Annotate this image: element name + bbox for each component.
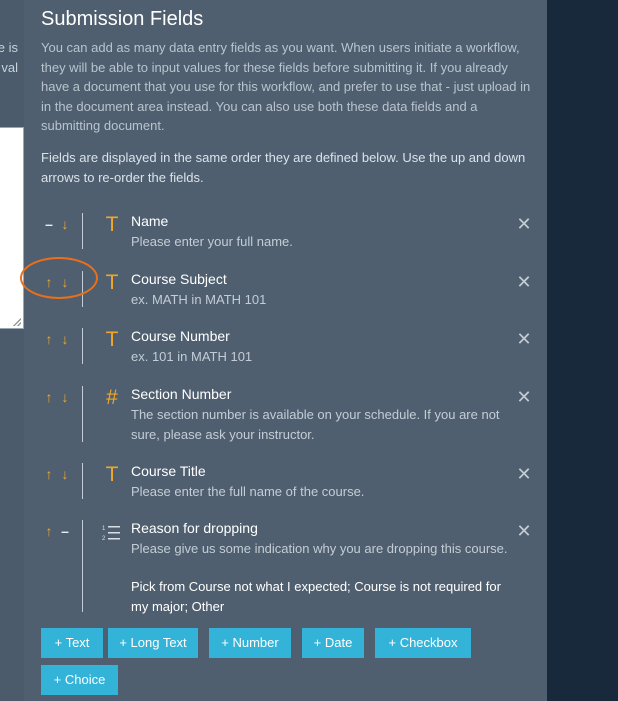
reorder-controls: ↑ ↓ [41,389,75,405]
move-down-icon[interactable]: ↓ [57,331,73,347]
field-name: Section Number [131,386,232,402]
number-type-icon: # [106,386,118,409]
add-text-button[interactable]: + Text [41,628,103,658]
divider [82,520,83,612]
field-name: Course Title [131,463,206,479]
move-down-icon[interactable]: ↓ [57,389,73,405]
panel-title: Submission Fields [41,8,204,30]
field-hint: ex. MATH in MATH 101 [131,292,267,307]
add-checkbox-button[interactable]: + Checkbox [375,628,471,658]
remove-field-icon[interactable]: ✕ [515,215,533,233]
reorder-controls: ↑ – [41,523,75,539]
reorder-controls: ↑ ↓ [41,466,75,482]
reorder-instructions: Fields are displayed in the same order t… [41,150,526,185]
choice-list-type-icon: 1 2 [101,524,123,546]
text-type-icon: T [105,328,119,351]
text-type-icon: T [105,463,119,486]
divider [82,328,83,364]
background-page-strip: e is val [0,0,24,701]
remove-field-icon[interactable]: ✕ [515,465,533,483]
add-long-text-button[interactable]: + Long Text [108,628,198,658]
field-row-name: – ↓ T Name Please enter your full name. ✕ [41,213,541,253]
remove-field-icon[interactable]: ✕ [515,388,533,406]
add-date-button[interactable]: + Date [302,628,364,658]
divider [82,213,83,249]
add-number-button[interactable]: + Number [209,628,291,658]
field-row-course-number: ↑ ↓ T Course Number ex. 101 in MATH 101 ✕ [41,328,541,368]
reorder-controls: ↑ ↓ [41,331,75,347]
field-hint: Please enter your full name. [131,234,293,249]
text-type-icon: T [105,271,119,294]
svg-text:2: 2 [102,536,106,542]
divider [82,463,83,499]
remove-field-icon[interactable]: ✕ [515,522,533,540]
background-textarea[interactable] [0,127,24,329]
remove-field-icon[interactable]: ✕ [515,330,533,348]
background-dark-area [547,0,618,701]
move-down-icon[interactable]: ↓ [57,466,73,482]
field-name: Course Number [131,328,230,344]
clipped-text-1: e is [0,40,18,55]
move-up-icon[interactable]: ↑ [41,523,57,539]
annotation-highlight-ring [20,257,98,299]
move-up-icon[interactable]: ↑ [41,466,57,482]
submission-fields-panel: Submission Fields You can add as many da… [24,0,547,701]
remove-field-icon[interactable]: ✕ [515,273,533,291]
reorder-controls: – ↓ [41,216,75,232]
clipped-text-2: val [1,60,18,75]
field-name: Course Subject [131,271,227,287]
field-name: Name [131,213,169,229]
resize-grip-icon[interactable] [13,318,21,326]
field-hint: The section number is available on your … [131,407,500,442]
field-row-course-title: ↑ ↓ T Course Title Please enter the full … [41,463,541,503]
field-row-course-subject: ↑ ↓ T Course Subject ex. MATH in MATH 101… [41,271,541,311]
svg-text:1: 1 [102,526,106,532]
field-hint: Please give us some indication why you a… [131,541,508,556]
panel-description: You can add as many data entry fields as… [41,40,531,133]
field-hint: Please enter the full name of the course… [131,484,365,499]
move-down-disabled-icon: – [61,523,69,539]
field-row-section-number: ↑ ↓ # Section Number The section number i… [41,386,541,446]
divider [82,386,83,442]
add-choice-button[interactable]: + Choice [41,665,118,695]
move-up-disabled-icon: – [45,216,53,232]
move-down-icon[interactable]: ↓ [57,216,73,232]
field-row-reason-for-dropping: ↑ – 1 2 Reason for dropping Please give u… [41,520,541,616]
field-hint: ex. 101 in MATH 101 [131,349,253,364]
field-options: Pick from Course not what I expected; Co… [131,579,501,614]
move-up-icon[interactable]: ↑ [41,331,57,347]
text-type-icon: T [105,213,119,236]
field-name: Reason for dropping [131,520,258,536]
move-up-icon[interactable]: ↑ [41,389,57,405]
